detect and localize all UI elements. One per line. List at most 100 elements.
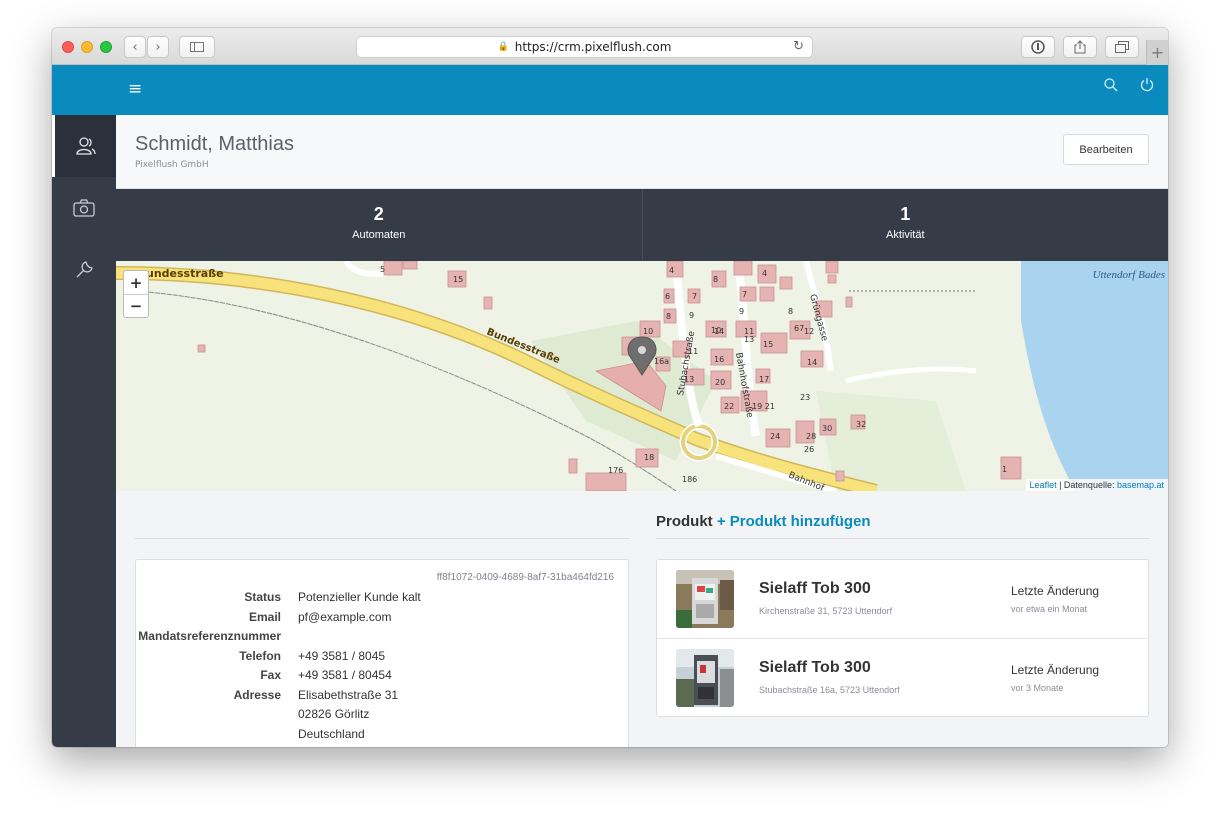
lock-icon: 🔒	[497, 42, 509, 52]
stat-activities-value: 1	[900, 204, 911, 224]
details-card: ff8f1072-0409-4689-8af7-31ba464fd216 Sta…	[135, 559, 629, 747]
last-change-time: vor etwa ein Monat	[1011, 604, 1088, 614]
password-button[interactable]	[1021, 36, 1055, 58]
svg-text:6: 6	[665, 292, 670, 301]
share-icon	[1074, 40, 1086, 54]
svg-text:11: 11	[688, 347, 698, 356]
back-button[interactable]: ‹	[124, 36, 146, 58]
chevron-left-icon: ‹	[132, 39, 138, 55]
svg-text:12: 12	[804, 327, 814, 336]
detail-row: Status Potenzieller Kunde kalt	[136, 590, 630, 610]
reload-icon[interactable]: ↻	[793, 39, 804, 54]
product-item[interactable]: Sielaff Tob 300 Kirchenstraße 31, 5723 U…	[657, 560, 1148, 638]
detail-row: Fax +49 3581 / 80454	[136, 668, 630, 688]
stat-machines-label: Automaten	[352, 229, 406, 241]
wrench-icon	[76, 261, 93, 278]
svg-text:13: 13	[684, 375, 694, 384]
svg-text:16a: 16a	[654, 357, 669, 366]
sidebar-toggle-button[interactable]	[179, 36, 215, 58]
search-icon[interactable]	[1104, 78, 1118, 96]
svg-text:14: 14	[807, 358, 817, 367]
svg-text:176: 176	[608, 466, 623, 475]
detail-row: Adresse Elisabethstraße 31	[136, 688, 630, 708]
stat-machines[interactable]: 2 Automaten	[116, 189, 642, 261]
detail-row: Deutschland	[136, 727, 630, 747]
svg-text:10: 10	[643, 327, 653, 336]
svg-text:186: 186	[682, 475, 697, 484]
browser-toolbar: ‹ › 🔒 https://crm.pixelflush.com ↻ +	[52, 28, 1168, 65]
lake-label: Uttendorf Bades	[1092, 269, 1165, 281]
svg-text:26: 26	[804, 445, 814, 454]
zoom-in-button[interactable]: +	[124, 271, 148, 294]
svg-text:5: 5	[380, 265, 385, 274]
detail-row: Telefon +49 3581 / 8045	[136, 649, 630, 669]
stat-activities[interactable]: 1 Aktivität	[641, 189, 1169, 261]
details-list: Status Potenzieller Kunde kalt Email pf@exa…	[136, 590, 630, 746]
hamburger-menu-icon[interactable]: ≡	[128, 79, 142, 99]
chevron-right-icon: ›	[155, 39, 161, 55]
product-name: Sielaff Tob 300	[759, 659, 871, 676]
close-window-button[interactable]	[62, 41, 74, 53]
customer-name: Schmidt, Matthias	[135, 133, 294, 155]
last-change-label: Letzte Änderung	[1011, 663, 1100, 677]
products-column: Produkt + Produkt hinzufügen Sielaff Tob…	[656, 491, 1149, 747]
svg-text:7: 7	[692, 292, 697, 301]
new-tab-button[interactable]: +	[1146, 40, 1168, 65]
power-icon[interactable]	[1140, 77, 1154, 96]
sidebar-item-customers[interactable]	[52, 115, 116, 177]
stats-bar: 2 Automaten 1 Aktivität	[116, 189, 1168, 261]
svg-text:13: 13	[744, 335, 754, 344]
detail-label: Mandatsreferenznummer	[138, 629, 281, 643]
sidebar-item-settings[interactable]	[52, 239, 116, 301]
add-product-link[interactable]: + Produkt hinzufügen	[717, 513, 871, 530]
svg-text:28: 28	[806, 432, 816, 441]
map-tiles: undesstraße Bundesstraße Bahnhof Stubach…	[116, 261, 1168, 491]
svg-text:8: 8	[788, 307, 793, 316]
svg-text:24: 24	[770, 432, 780, 441]
map-attribution: Leaflet | Datenquelle: basemap.at	[1025, 479, 1168, 491]
svg-text:1: 1	[1002, 465, 1007, 474]
last-change-label: Letzte Änderung	[1011, 584, 1100, 598]
leaflet-link[interactable]: Leaflet	[1030, 480, 1057, 490]
map-zoom-control: + −	[123, 270, 149, 318]
product-thumbnail	[676, 570, 734, 628]
svg-text:8: 8	[666, 312, 671, 321]
detail-label: Adresse	[233, 687, 281, 702]
sidebar-item-camera[interactable]	[52, 177, 116, 239]
url-text: https://crm.pixelflush.com	[514, 40, 672, 54]
stat-machines-value: 2	[373, 204, 384, 224]
product-address: Stubachstraße 16a, 5723 Uttendorf	[759, 685, 900, 695]
edit-button[interactable]: Bearbeiten	[1063, 134, 1149, 165]
address-bar[interactable]: 🔒 https://crm.pixelflush.com ↻	[356, 36, 813, 58]
detail-label: Fax	[260, 668, 281, 682]
basemap-link[interactable]: basemap.at	[1117, 480, 1164, 490]
product-list: Sielaff Tob 300 Kirchenstraße 31, 5723 U…	[656, 559, 1149, 717]
product-thumbnail	[676, 649, 734, 707]
svg-text:67: 67	[794, 324, 804, 333]
detail-value: +49 3581 / 8045	[298, 648, 386, 663]
password-icon	[1031, 40, 1045, 54]
divider	[656, 538, 1149, 539]
detail-label: Telefon	[239, 648, 281, 663]
customer-id: ff8f1072-0409-4689-8af7-31ba464fd216	[436, 572, 614, 583]
svg-text:8: 8	[713, 275, 718, 284]
detail-value: Deutschland	[298, 726, 365, 741]
svg-text:9: 9	[739, 307, 744, 316]
zoom-out-button[interactable]: −	[124, 294, 148, 317]
product-name: Sielaff Tob 300	[759, 580, 871, 597]
svg-text:4: 4	[669, 266, 674, 275]
zoom-window-button[interactable]	[100, 41, 112, 53]
svg-text:15: 15	[763, 340, 773, 349]
product-address: Kirchenstraße 31, 5723 Uttendorf	[759, 606, 893, 616]
forward-button[interactable]: ›	[147, 36, 169, 58]
minimize-window-button[interactable]	[81, 41, 93, 53]
main-content: Schmidt, Matthias Pixelflush GmbH Bearbe…	[116, 115, 1168, 747]
share-button[interactable]	[1063, 36, 1097, 58]
location-map[interactable]: undesstraße Bundesstraße Bahnhof Stubach…	[116, 261, 1168, 491]
svg-text:7: 7	[742, 290, 747, 299]
attribution-text: | Datenquelle:	[1056, 480, 1117, 490]
tabs-overview-button[interactable]	[1105, 36, 1139, 58]
customer-header: Schmidt, Matthias Pixelflush GmbH Bearbe…	[116, 115, 1168, 189]
product-item[interactable]: Sielaff Tob 300 Stubachstraße 16a, 5723 …	[657, 638, 1148, 716]
customer-company: Pixelflush GmbH	[135, 160, 209, 170]
